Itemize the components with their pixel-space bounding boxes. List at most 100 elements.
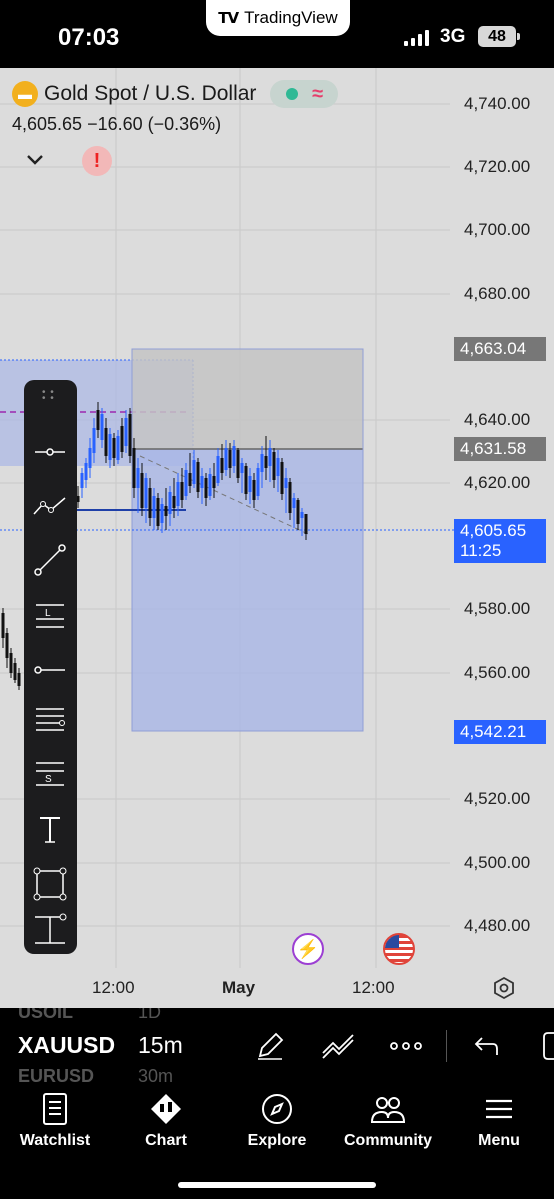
candle-body bbox=[232, 446, 236, 466]
candle-body bbox=[252, 480, 256, 500]
scroll-interval-below[interactable]: 30m bbox=[138, 1066, 173, 1086]
chevron-down-icon[interactable] bbox=[24, 148, 46, 170]
drag-handle-icon[interactable]: • • • • bbox=[42, 388, 55, 404]
menu-icon bbox=[486, 1099, 512, 1119]
nav-chart[interactable]: Chart bbox=[111, 1092, 221, 1150]
text-tool-icon[interactable] bbox=[30, 810, 70, 850]
fullscreen-icon[interactable] bbox=[530, 1028, 554, 1064]
path-tool-icon[interactable] bbox=[30, 486, 70, 526]
candle-body bbox=[152, 496, 156, 518]
price-range-tool-icon[interactable] bbox=[30, 910, 70, 950]
short-position-tool-icon[interactable]: S bbox=[30, 754, 70, 794]
candle-body bbox=[212, 476, 216, 488]
price-label: 4,500.00 bbox=[464, 853, 531, 872]
candle-body bbox=[5, 633, 9, 658]
candle-body bbox=[288, 482, 292, 513]
svg-text:L: L bbox=[45, 608, 51, 619]
watchlist-icon bbox=[43, 1093, 67, 1125]
candle-body bbox=[1, 613, 5, 638]
ticker-selector[interactable]: XAUUSD bbox=[18, 1032, 115, 1059]
candle-body bbox=[124, 418, 128, 446]
nav-label: Watchlist bbox=[19, 1132, 91, 1149]
target-price-tag: 4,542.21 bbox=[454, 720, 546, 744]
gold-bars-icon: ▬ bbox=[12, 81, 38, 107]
wave-icon: ≈ bbox=[312, 82, 324, 105]
more-options-icon[interactable] bbox=[388, 1028, 424, 1064]
undo-icon[interactable] bbox=[468, 1028, 504, 1064]
rectangle-tool-icon[interactable] bbox=[30, 864, 70, 904]
candle-body bbox=[13, 663, 17, 680]
price-label: 4,680.00 bbox=[464, 284, 531, 303]
entry-price-tag: 4,631.58 bbox=[454, 437, 546, 461]
candle-body bbox=[268, 448, 272, 466]
svg-text:S: S bbox=[45, 774, 52, 785]
compass-icon bbox=[262, 1094, 292, 1124]
price-label: 4,640.00 bbox=[464, 410, 531, 429]
candle-body bbox=[244, 466, 248, 494]
nav-menu[interactable]: Menu bbox=[444, 1092, 554, 1150]
candle-body bbox=[300, 512, 304, 518]
candle-body bbox=[260, 454, 264, 472]
candle-body bbox=[9, 653, 13, 673]
current-price-tag: 4,605.65 11:25 bbox=[454, 519, 546, 563]
drawing-toolbar[interactable]: • • • • L S bbox=[24, 380, 77, 954]
candle-body bbox=[80, 473, 84, 488]
nav-label: Chart bbox=[145, 1132, 187, 1149]
horizontal-ray-tool-icon[interactable] bbox=[30, 650, 70, 690]
candle-body bbox=[96, 410, 100, 430]
chart-area[interactable]: ▬ Gold Spot / U.S. Dollar ≈ 4,605.65 −16… bbox=[0, 68, 554, 1008]
fib-retracement-tool-icon[interactable] bbox=[30, 700, 70, 740]
chart-settings-icon[interactable] bbox=[492, 976, 516, 1000]
price-label: 4,560.00 bbox=[464, 663, 531, 682]
symbol-bar[interactable]: USOIL 1D XAUUSD 15m EURUSD 30m bbox=[0, 1008, 554, 1086]
symbol-header[interactable]: ▬ Gold Spot / U.S. Dollar ≈ bbox=[12, 80, 339, 108]
stop-price-tag: 4,663.04 bbox=[454, 337, 546, 361]
scroll-symbol-above[interactable]: USOIL bbox=[18, 1008, 73, 1023]
candle-body bbox=[192, 460, 196, 484]
tradingview-logo-icon: 𝗧𝗩 bbox=[218, 10, 239, 27]
candle-body bbox=[188, 473, 192, 486]
candle-body bbox=[264, 456, 268, 468]
bottom-navigation[interactable]: Watchlist Chart Explore Community Menu bbox=[0, 1086, 554, 1199]
candle-body bbox=[160, 504, 164, 523]
candle-body bbox=[292, 498, 296, 508]
candle-body bbox=[296, 500, 300, 524]
interval-selector[interactable]: 15m bbox=[138, 1032, 183, 1059]
lightning-event-icon[interactable]: ⚡ bbox=[292, 933, 324, 965]
scroll-interval-above[interactable]: 1D bbox=[138, 1008, 161, 1023]
candle-body bbox=[224, 448, 228, 470]
candle-body bbox=[116, 436, 120, 460]
alert-icon[interactable]: ! bbox=[82, 146, 112, 176]
candle-body bbox=[88, 448, 92, 468]
signal-bars-icon bbox=[404, 30, 429, 46]
candle-body bbox=[272, 452, 276, 480]
nav-label: Explore bbox=[247, 1132, 307, 1149]
price-label: 4,580.00 bbox=[464, 599, 531, 618]
market-status-pill[interactable]: ≈ bbox=[270, 80, 339, 108]
candle-body bbox=[216, 456, 220, 483]
nav-explore[interactable]: Explore bbox=[222, 1092, 332, 1150]
home-indicator[interactable] bbox=[178, 1182, 376, 1188]
horizontal-line-tool-icon[interactable] bbox=[30, 432, 70, 472]
us-flag-event-icon[interactable] bbox=[383, 933, 415, 965]
trend-line-tool-icon[interactable] bbox=[30, 540, 70, 580]
candle-body bbox=[112, 438, 116, 458]
candle-body bbox=[148, 488, 152, 518]
price-label: 4,520.00 bbox=[464, 789, 531, 808]
tradingview-pill[interactable]: 𝗧𝗩 TradingView bbox=[206, 0, 350, 36]
candle-body bbox=[204, 478, 208, 498]
candle-body bbox=[304, 514, 308, 534]
symbol-name[interactable]: Gold Spot / U.S. Dollar bbox=[44, 82, 256, 106]
candle-body bbox=[196, 462, 200, 492]
short-position-stop-zone[interactable] bbox=[132, 349, 363, 449]
candle-body bbox=[144, 478, 148, 508]
drawing-pen-icon[interactable] bbox=[252, 1028, 288, 1064]
nav-community[interactable]: Community bbox=[333, 1092, 443, 1150]
candle-body bbox=[284, 478, 288, 488]
candle-body bbox=[156, 498, 160, 526]
long-position-tool-icon[interactable]: L bbox=[30, 596, 70, 636]
indicators-icon[interactable] bbox=[320, 1028, 356, 1064]
bar-countdown: 11:25 bbox=[460, 541, 502, 560]
nav-watchlist[interactable]: Watchlist bbox=[0, 1092, 110, 1150]
scroll-symbol-below[interactable]: EURUSD bbox=[18, 1066, 94, 1086]
